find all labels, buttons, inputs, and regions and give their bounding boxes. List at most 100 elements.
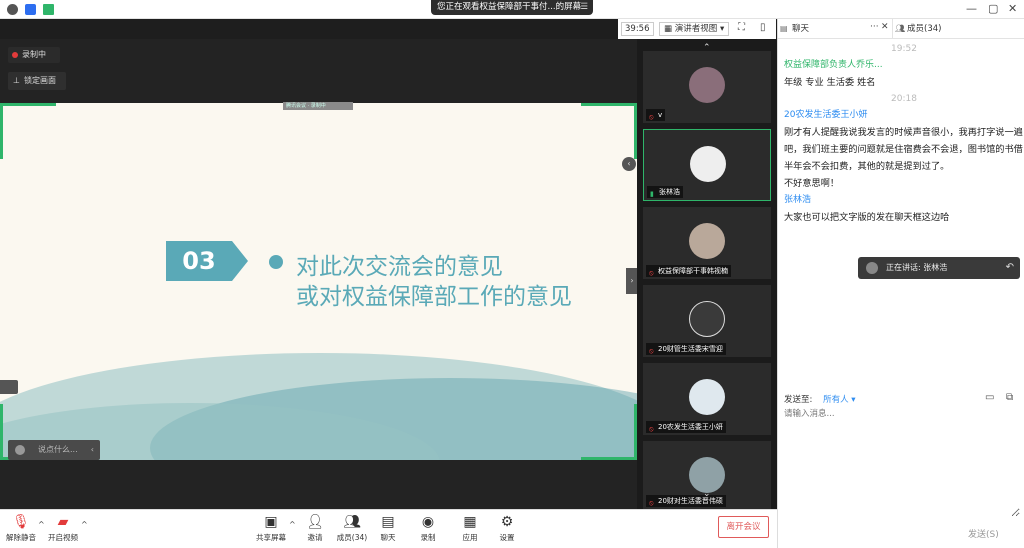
mic-active-icon: ▮ xyxy=(650,190,654,198)
fullscreen-icon[interactable]: ⛶ xyxy=(738,22,745,33)
pin-icon: ⊥ xyxy=(13,76,20,85)
apps-label: 应用 xyxy=(462,533,478,542)
mic-muted-icon: ⦸ xyxy=(649,499,654,507)
close-icon[interactable]: ✕ xyxy=(881,22,889,32)
video-tile[interactable]: ⦸ 20财管生活委宋雪迎 xyxy=(643,285,771,357)
tile-name: ⦸ 权益保障部干事韩视楠 xyxy=(646,265,731,277)
apps-button[interactable]: ▦ 应用 xyxy=(450,512,490,546)
frame-corner xyxy=(581,457,637,460)
meeting-window: 您正在观看权益保障部干事付...的屏幕 ☰ — ▢ ✕ 39:56 ▦ 演讲者视… xyxy=(0,0,1024,548)
bullet-dot xyxy=(269,255,283,269)
chat-label: 聊天 xyxy=(380,533,396,542)
send-to: 发送至: 所有人 ▾ xyxy=(784,393,856,405)
layout-icon[interactable]: ▯ xyxy=(760,22,766,33)
shared-slide: 03 对此次交流会的意见 或对权益保障部工作的意见 xyxy=(0,103,637,460)
leave-meeting-button[interactable]: 离开会议 xyxy=(718,516,769,538)
speaking-indicator[interactable]: 正在讲话: 张林浩 ↶ xyxy=(858,257,1020,279)
file-icon[interactable]: ▭ xyxy=(985,392,994,403)
message-sender[interactable]: 张林浩 xyxy=(784,192,1024,209)
collapse-left-icon[interactable]: ‹ xyxy=(622,157,636,171)
chat-button[interactable]: ▤ 聊天 xyxy=(368,512,408,546)
emoji-icon xyxy=(15,445,25,455)
slide-title-line1: 对此次交流会的意见 xyxy=(296,254,503,280)
members-button[interactable]: 👥︎ 成员(34) xyxy=(332,512,372,546)
send-to-select[interactable]: 所有人 ▾ xyxy=(823,395,855,405)
sharing-mini-label: 腾讯会议 · 录制中 xyxy=(283,102,353,110)
share-screen-button[interactable]: ▣ 共享屏幕 xyxy=(251,512,291,546)
signal-icon[interactable] xyxy=(43,4,54,15)
avatar xyxy=(689,379,725,415)
avatar xyxy=(689,301,725,337)
tab-members[interactable]: 👥︎ 成员(34) xyxy=(892,19,1024,39)
message-sender[interactable]: 权益保障部负责人乔乐... xyxy=(784,57,1024,74)
recording-indicator[interactable]: 录制中 xyxy=(8,47,60,63)
close-icon[interactable]: ✕ xyxy=(1008,2,1017,15)
tile-name: ⦸ 20财管生活委宋雪迎 xyxy=(646,343,726,355)
mic-muted-icon: 🎙︎ xyxy=(12,514,30,530)
message-time: 19:52 xyxy=(891,44,917,54)
maximize-icon[interactable]: ▢ xyxy=(988,2,998,15)
tile-name-text: 20农发生活委王小妍 xyxy=(658,423,723,431)
share-screen-label: 共享屏幕 xyxy=(256,533,286,542)
video-tile[interactable]: ⦸ 20农发生活委王小妍 xyxy=(643,363,771,435)
invite-button[interactable]: 👤︎ 邀请 xyxy=(295,512,335,546)
message-text: 不好意思啊！ xyxy=(784,178,840,189)
message-sender[interactable]: 20农发生活委王小妍 xyxy=(784,107,1024,124)
tile-name: ⦸ 20财对生活委晋伟硕 xyxy=(646,495,726,507)
menu-icon[interactable]: ☰ xyxy=(580,0,588,15)
send-button[interactable]: 发送(S) xyxy=(968,527,999,540)
chevron-up-icon[interactable]: ^ xyxy=(81,520,88,529)
avatar xyxy=(866,262,878,274)
message-time: 20:18 xyxy=(891,94,917,104)
shield-icon[interactable] xyxy=(25,4,36,15)
message-text: 刚才有人提醒我说我发言的时候声音很小，我再打字说一遍吧，我们班主要的问题就是住宿… xyxy=(784,127,1023,172)
section-number: 03 xyxy=(166,241,232,281)
message-text: 大家也可以把文字版的发在聊天框这边哈 xyxy=(784,212,950,223)
return-icon[interactable]: ↶ xyxy=(1006,257,1014,279)
say-placeholder: 说点什么... xyxy=(38,445,78,454)
chevron-down-icon: ▾ xyxy=(719,24,725,34)
send-to-label: 发送至: xyxy=(784,395,813,405)
sharing-notice[interactable]: 您正在观看权益保障部干事付...的屏幕 ☰ xyxy=(431,0,593,15)
video-tile-active[interactable]: ▮ 张林浩 xyxy=(643,129,771,201)
chat-panel: ▤ 聊天 ··· ✕ 👥︎ 成员(34) 19:52 权益保障部负责人乔乐...… xyxy=(777,19,1024,548)
mic-muted-icon: ⦸ xyxy=(649,113,654,121)
mic-muted-icon: ⦸ xyxy=(649,425,654,433)
chat-icon: ▤ xyxy=(780,24,788,33)
meeting-tools: 39:56 ▦ 演讲者视图 ▾ ⛶ ▯ xyxy=(618,19,776,39)
say-something-input[interactable]: 说点什么... ‹ xyxy=(8,440,100,460)
settings-button[interactable]: ⚙ 设置 xyxy=(487,512,527,546)
record-button[interactable]: ◉ 录制 xyxy=(408,512,448,546)
sharing-notice-text: 您正在观看权益保障部干事付...的屏幕 xyxy=(437,2,582,12)
lock-screen-button[interactable]: ⊥ 锁定画面 xyxy=(8,72,66,90)
frame-corner xyxy=(0,103,3,159)
info-icon[interactable] xyxy=(7,4,18,15)
screenshot-icon[interactable]: ⧉ xyxy=(1006,392,1013,403)
avatar xyxy=(690,146,726,182)
chevron-left-icon[interactable]: ‹ xyxy=(91,440,94,460)
view-mode-label: 演讲者视图 xyxy=(674,24,718,34)
scroll-down-icon[interactable]: ⌄ xyxy=(703,489,711,499)
title-bar: 您正在观看权益保障部干事付...的屏幕 ☰ — ▢ ✕ xyxy=(0,0,1024,19)
avatar xyxy=(689,223,725,259)
chat-tabs: ▤ 聊天 ··· ✕ 👥︎ 成员(34) xyxy=(778,19,1024,39)
video-off-icon: ▰ xyxy=(57,514,69,530)
frame-corner xyxy=(0,404,3,460)
minimize-icon[interactable]: — xyxy=(966,2,977,15)
members-label: 成员(34) xyxy=(336,533,368,542)
grid-icon: ▦ xyxy=(664,24,675,34)
more-icon[interactable]: ··· xyxy=(870,22,879,32)
tile-name-text: 20财管生活委宋雪迎 xyxy=(658,345,723,353)
view-mode-button[interactable]: ▦ 演讲者视图 ▾ xyxy=(659,22,730,36)
video-tile[interactable]: ⦸ 权益保障部干事韩视楠 xyxy=(643,207,771,279)
video-tile[interactable]: ⦸ v xyxy=(643,51,771,123)
start-video-button[interactable]: ▰ 开启视频 xyxy=(43,512,83,546)
unmute-button[interactable]: 🎙︎ 解除静音 xyxy=(1,512,41,546)
side-panel-tab[interactable] xyxy=(0,380,18,394)
settings-label: 设置 xyxy=(499,533,515,542)
speaking-label: 正在讲话: 张林浩 xyxy=(886,263,948,272)
tile-name-text: 张林浩 xyxy=(659,188,680,196)
tile-name: ⦸ 20农发生活委王小妍 xyxy=(646,421,726,433)
chat-input[interactable] xyxy=(784,407,1020,517)
tile-name-text: 20财对生活委晋伟硕 xyxy=(658,497,723,505)
